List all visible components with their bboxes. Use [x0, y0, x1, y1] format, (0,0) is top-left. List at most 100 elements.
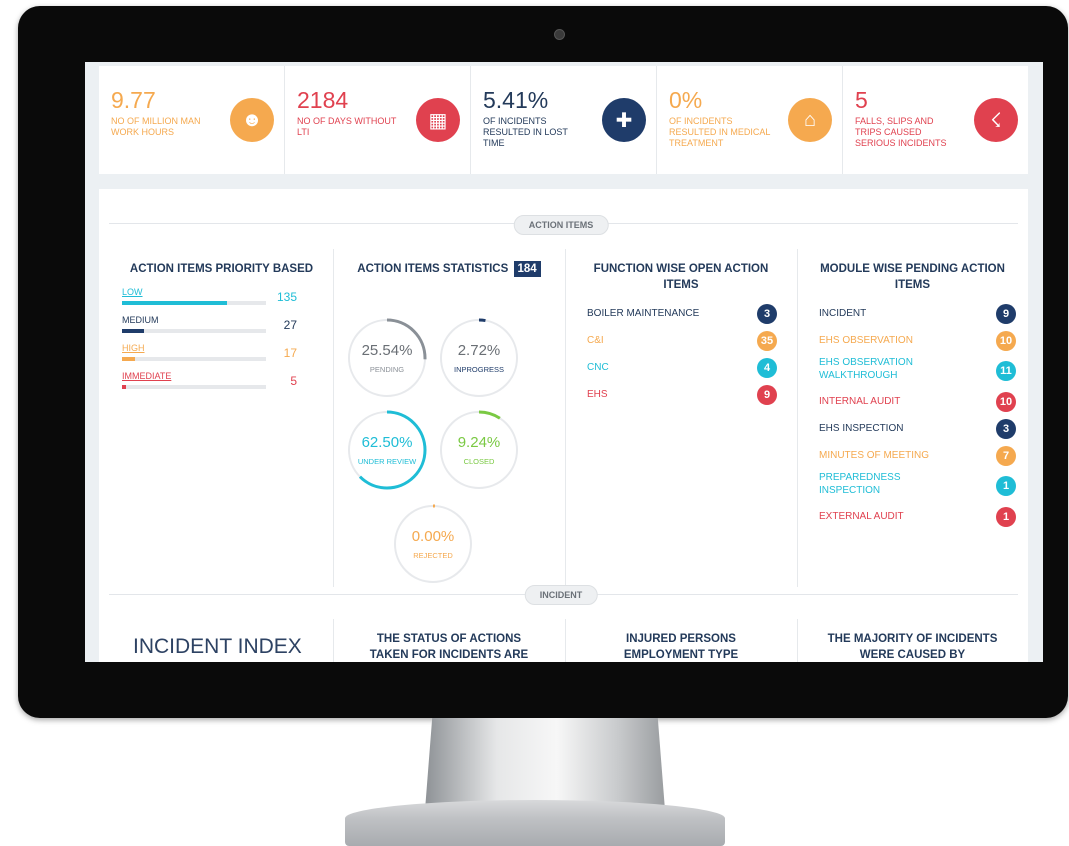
injured-persons-column: INJURED PERSONS EMPLOYMENT TYPE — [565, 619, 798, 662]
priority-row: LOW 135 — [122, 287, 297, 315]
list-item[interactable]: EHS OBSERVATION 10 — [819, 327, 1016, 354]
list-item-label: INTERNAL AUDIT — [819, 396, 901, 407]
list-item-label: BOILER MAINTENANCE — [587, 308, 700, 319]
priority-label: HIGH — [122, 343, 145, 353]
priority-bar — [122, 385, 266, 389]
list-item[interactable]: EXTERNAL AUDIT 1 — [819, 503, 1016, 530]
statistics-total-badge: 184 — [513, 261, 541, 277]
injured-persons-title: INJURED PERSONS EMPLOYMENT TYPE — [623, 633, 739, 661]
list-item-label: EHS OBSERVATION — [819, 335, 913, 346]
stat-circle: 62.50% UNDER REVIEW — [346, 409, 428, 491]
hospital-icon: ⌂ — [788, 98, 832, 142]
majority-incidents-title: THE MAJORITY OF INCIDENTS WERE CAUSED BY — [827, 633, 998, 661]
list-item[interactable]: BOILER MAINTENANCE 3 — [587, 300, 777, 327]
incident-status-title: THE STATUS OF ACTIONS TAKEN FOR INCIDENT… — [369, 633, 529, 661]
count-badge: 1 — [996, 507, 1016, 527]
list-item[interactable]: EHS 9 — [587, 381, 777, 408]
priority-row: IMMEDIATE 5 — [122, 371, 297, 399]
list-item[interactable]: INTERNAL AUDIT 10 — [819, 388, 1016, 415]
kpi-label: NO OF DAYS WITHOUT LTI — [297, 116, 397, 137]
priority-row: HIGH 17 — [122, 343, 297, 371]
kpi-stat: 0% OF INCIDENTS RESULTED IN MEDICAL TREAT… — [657, 66, 843, 174]
count-badge: 10 — [996, 331, 1016, 351]
priority-value: 27 — [283, 318, 297, 332]
section-pill-action-items: ACTION ITEMS — [513, 215, 609, 235]
list-item[interactable]: INCIDENT 9 — [819, 300, 1016, 327]
stat-circle-text: 25.54% PENDING — [346, 317, 428, 399]
priority-bar — [122, 357, 266, 361]
priority-bar-fill — [122, 385, 127, 389]
count-badge: 35 — [757, 331, 777, 351]
monitor-stand-base — [345, 800, 725, 846]
list-item-label: EXTERNAL AUDIT — [819, 511, 904, 522]
count-badge: 10 — [996, 392, 1016, 412]
falling-person-icon: ☇ — [974, 98, 1018, 142]
list-item[interactable]: EHS INSPECTION 3 — [819, 415, 1016, 442]
webcam-icon — [554, 29, 565, 40]
priority-label: IMMEDIATE — [122, 371, 172, 381]
priority-bar-fill — [122, 357, 135, 361]
dashboard-screen: 9.77 NO OF MILLION MAN WORK HOURS ☻ 2184 NO … — [85, 62, 1043, 662]
stat-circle-value: 62.50% — [361, 434, 413, 451]
priority-label: MEDIUM — [122, 315, 159, 325]
priority-label: LOW — [122, 287, 143, 297]
count-badge: 11 — [996, 361, 1016, 381]
list-item-label: EHS OBSERVATION WALKTHROUGH — [819, 357, 913, 381]
priority-bar — [122, 301, 266, 305]
stat-circle: 0.00% REJECTED — [392, 503, 474, 585]
module-wise-column: MODULE WISE PENDING ACTION ITEMS INCIDEN… — [797, 249, 1028, 587]
priority-bar — [122, 329, 266, 333]
list-item[interactable]: C&I 35 — [587, 327, 777, 354]
module-wise-title: MODULE WISE PENDING ACTION ITEMS — [820, 263, 1005, 291]
function-wise-title: FUNCTION WISE OPEN ACTION ITEMS — [593, 263, 769, 291]
section-pill-incident: INCIDENT — [524, 585, 598, 605]
stat-circle: 9.24% CLOSED — [438, 409, 520, 491]
stat-circle-value: 2.72% — [457, 342, 501, 359]
count-badge: 3 — [996, 419, 1016, 439]
priority-bar-fill — [122, 329, 144, 333]
incident-index-title: INCIDENT INDEX — [133, 635, 302, 658]
kpi-label: FALLS, SLIPS AND TRIPS CAUSED SERIOUS IN… — [855, 116, 947, 148]
priority-value: 5 — [290, 374, 297, 388]
stat-circle-text: 62.50% UNDER REVIEW — [346, 409, 428, 491]
list-item-label: MINUTES OF MEETING — [819, 450, 929, 461]
list-item-label: EHS — [587, 389, 608, 400]
stat-circle-value: 25.54% — [361, 342, 413, 359]
stat-circle-text: 2.72% INPROGRESS — [438, 317, 520, 399]
priority-title: ACTION ITEMS PRIORITY BASED — [129, 263, 314, 275]
list-item[interactable]: MINUTES OF MEETING 7 — [819, 442, 1016, 469]
stat-circle: 2.72% INPROGRESS — [438, 317, 520, 399]
list-item-label: C&I — [587, 335, 604, 346]
incident-index-column: INCIDENT INDEX — [119, 619, 334, 662]
list-item[interactable]: EHS OBSERVATION WALKTHROUGH 11 — [819, 354, 1016, 388]
kpi-stat: 5.41% OF INCIDENTS RESULTED IN LOST TIME ✚ — [471, 66, 657, 174]
kpi-label: NO OF MILLION MAN WORK HOURS — [111, 116, 201, 137]
stat-circle-text: 9.24% CLOSED — [438, 409, 520, 491]
priority-value: 135 — [276, 290, 297, 304]
function-wise-column: FUNCTION WISE OPEN ACTION ITEMS BOILER M… — [565, 249, 798, 587]
stat-circle-text: 0.00% REJECTED — [392, 503, 474, 585]
stat-circle-label: REJECTED — [413, 551, 453, 560]
stat-circle-value: 9.24% — [457, 434, 501, 451]
injured-person-icon: ✚ — [602, 98, 646, 142]
stat-circle: 25.54% PENDING — [346, 317, 428, 399]
monitor-bezel: 9.77 NO OF MILLION MAN WORK HOURS ☻ 2184 NO … — [18, 6, 1068, 718]
kpi-label: OF INCIDENTS RESULTED IN MEDICAL TREATME… — [669, 116, 771, 148]
list-item-label: CNC — [587, 362, 609, 373]
list-item[interactable]: CNC 4 — [587, 354, 777, 381]
count-badge: 7 — [996, 446, 1016, 466]
list-item-label: PREPAREDNESS INSPECTION — [819, 472, 901, 496]
stat-circle-label: INPROGRESS — [453, 365, 504, 374]
list-item-label: EHS INSPECTION — [819, 423, 904, 434]
stat-circle-value: 0.00% — [411, 528, 455, 545]
kpi-stat: 5 FALLS, SLIPS AND TRIPS CAUSED SERIOUS I… — [843, 66, 1028, 174]
kpi-stat: 9.77 NO OF MILLION MAN WORK HOURS ☻ — [99, 66, 285, 174]
count-badge: 4 — [757, 358, 777, 378]
priority-bar-fill — [122, 301, 228, 305]
count-badge: 9 — [996, 304, 1016, 324]
list-item[interactable]: PREPAREDNESS INSPECTION 1 — [819, 469, 1016, 503]
priority-value: 17 — [283, 346, 297, 360]
monitor-stand-neck — [425, 718, 665, 810]
priority-row: MEDIUM 27 — [122, 315, 297, 343]
majority-incidents-column: THE MAJORITY OF INCIDENTS WERE CAUSED BY — [797, 619, 1028, 662]
